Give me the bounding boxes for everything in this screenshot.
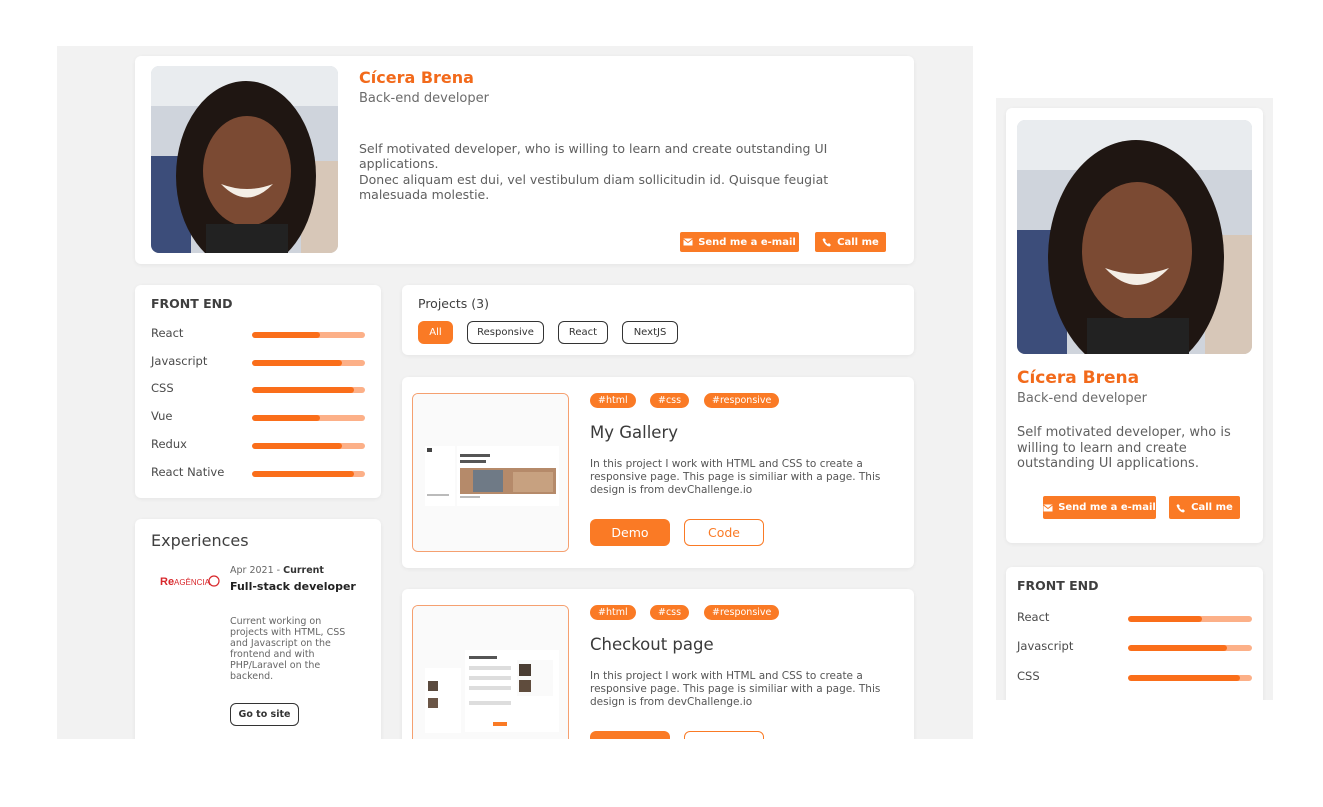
- skill-label: React: [151, 326, 184, 340]
- skills-card: FRONT END React Javascript CSS Vue Redux Reac…: [135, 285, 381, 498]
- mobile-skill-bar-fill: [1128, 675, 1240, 681]
- skill-bar: [252, 332, 365, 338]
- desktop-preview: Cícera Brena Back-end developer Self mot…: [57, 46, 973, 739]
- mobile-profile-bio: Self motivated developer, who is willing…: [1017, 425, 1231, 471]
- skill-bar-fill: [252, 415, 320, 421]
- go-to-site-button[interactable]: Go to site: [230, 703, 299, 726]
- phone-icon: [822, 238, 832, 247]
- mobile-skills-title: FRONT END: [1017, 578, 1099, 593]
- call-label: Call me: [837, 236, 879, 248]
- demo-button[interactable]: Demo: [590, 731, 670, 739]
- skill-row: React: [151, 326, 365, 342]
- skill-label: Vue: [151, 409, 173, 423]
- skill-label: Redux: [151, 437, 187, 451]
- project-description: In this project I work with HTML and CSS…: [590, 458, 881, 496]
- svg-text:AGÊNCIA: AGÊNCIA: [174, 578, 211, 587]
- mobile-profile-photo: [1017, 120, 1252, 354]
- profile-name: Cícera Brena: [359, 68, 474, 87]
- filter-responsive[interactable]: Responsive: [467, 321, 544, 344]
- project-tag: #html: [590, 605, 636, 620]
- project-thumbnail[interactable]: [412, 605, 569, 739]
- project-title: My Gallery: [590, 423, 679, 442]
- profile-photo: [151, 66, 338, 253]
- mobile-send-email-button[interactable]: Send me a e-mail: [1043, 496, 1156, 519]
- skill-bar-fill: [252, 332, 320, 338]
- mobile-skill-bar: [1128, 675, 1252, 681]
- project-tag: #css: [650, 605, 690, 620]
- filter-react[interactable]: React: [558, 321, 608, 344]
- filter-all[interactable]: All: [418, 321, 453, 344]
- skill-bar: [252, 387, 365, 393]
- skill-row: Vue: [151, 409, 365, 425]
- skill-bar-fill: [252, 471, 354, 477]
- experience-job-title: Full-stack developer: [230, 580, 356, 593]
- demo-button[interactable]: Demo: [590, 519, 670, 546]
- profile-bio-secondary: Donec aliquam est dui, vel vestibulum di…: [359, 172, 829, 202]
- skill-label: React Native: [151, 465, 225, 479]
- skills-title: FRONT END: [151, 296, 233, 311]
- send-email-button[interactable]: Send me a e-mail: [680, 232, 799, 252]
- phone-icon: [1176, 503, 1186, 512]
- skill-bar-fill: [252, 360, 343, 366]
- mobile-call-button[interactable]: Call me: [1169, 496, 1240, 519]
- mobile-call-label: Call me: [1191, 502, 1233, 513]
- call-button[interactable]: Call me: [815, 232, 886, 252]
- project-tag: #html: [590, 393, 636, 408]
- project-thumbnail[interactable]: [412, 393, 569, 552]
- profile-card: Cícera Brena Back-end developer Self mot…: [135, 56, 914, 264]
- mobile-skill-bar-fill: [1128, 645, 1228, 651]
- project-title: Checkout page: [590, 635, 714, 654]
- experiences-title: Experiences: [151, 531, 249, 550]
- skill-row: Javascript: [151, 354, 365, 370]
- code-button[interactable]: Code: [684, 731, 764, 739]
- profile-role: Back-end developer: [359, 91, 489, 106]
- code-button[interactable]: Code: [684, 519, 764, 546]
- skill-row: CSS: [151, 381, 365, 397]
- project-tag: #responsive: [704, 393, 780, 408]
- mobile-skill-bar: [1128, 616, 1252, 622]
- skill-bar-fill: [252, 387, 354, 393]
- skill-bar: [252, 471, 365, 477]
- mobile-skill-row: CSS: [1017, 669, 1253, 685]
- mobile-skill-bar: [1128, 645, 1252, 651]
- send-email-label: Send me a e-mail: [698, 236, 796, 248]
- mail-icon: [683, 238, 693, 246]
- skill-row: React Native: [151, 465, 365, 481]
- mobile-skill-label: CSS: [1017, 669, 1040, 683]
- mobile-profile-name: Cícera Brena: [1017, 368, 1140, 388]
- mobile-skill-row: React: [1017, 610, 1253, 626]
- mobile-preview: Cícera Brena Back-end developer Self mot…: [996, 98, 1273, 700]
- experiences-card: Experiences Re AGÊNCIA Apr 2021 - Curren…: [135, 519, 381, 739]
- projects-header: Projects (3) All Responsive React NextJS: [402, 285, 914, 355]
- profile-bio: Self motivated developer, who is willing…: [359, 141, 828, 171]
- project-description: In this project I work with HTML and CSS…: [590, 670, 881, 708]
- company-logo: Re AGÊNCIA: [159, 571, 221, 591]
- project-tag: #css: [650, 393, 690, 408]
- mobile-skill-bar-fill: [1128, 616, 1203, 622]
- mobile-profile-role: Back-end developer: [1017, 391, 1147, 406]
- skill-bar: [252, 443, 365, 449]
- experience-date: Apr 2021 - Current: [230, 565, 324, 576]
- svg-text:Re: Re: [160, 576, 174, 588]
- filter-nextjs[interactable]: NextJS: [622, 321, 678, 344]
- mail-icon: [1043, 504, 1053, 511]
- project-tag: #responsive: [704, 605, 780, 620]
- mobile-profile-card: Cícera Brena Back-end developer Self mot…: [1006, 108, 1263, 543]
- skill-bar-fill: [252, 443, 343, 449]
- skill-label: Javascript: [151, 354, 208, 368]
- skill-bar: [252, 415, 365, 421]
- skill-label: CSS: [151, 381, 174, 395]
- mobile-skill-label: React: [1017, 610, 1050, 624]
- mobile-send-email-label: Send me a e-mail: [1058, 502, 1156, 513]
- mobile-skill-label: Javascript: [1017, 639, 1074, 653]
- skill-bar: [252, 360, 365, 366]
- project-card: #html #css #responsive Checkout page In …: [402, 589, 914, 739]
- experience-description: Current working on projects with HTML, C…: [230, 616, 346, 682]
- skill-row: Redux: [151, 437, 365, 453]
- project-card: #html #css #responsive My Gallery In thi…: [402, 377, 914, 568]
- mobile-skill-row: Javascript: [1017, 639, 1253, 655]
- projects-title: Projects (3): [418, 296, 489, 311]
- mobile-skills-card: FRONT END React Javascript CSS: [1006, 567, 1263, 700]
